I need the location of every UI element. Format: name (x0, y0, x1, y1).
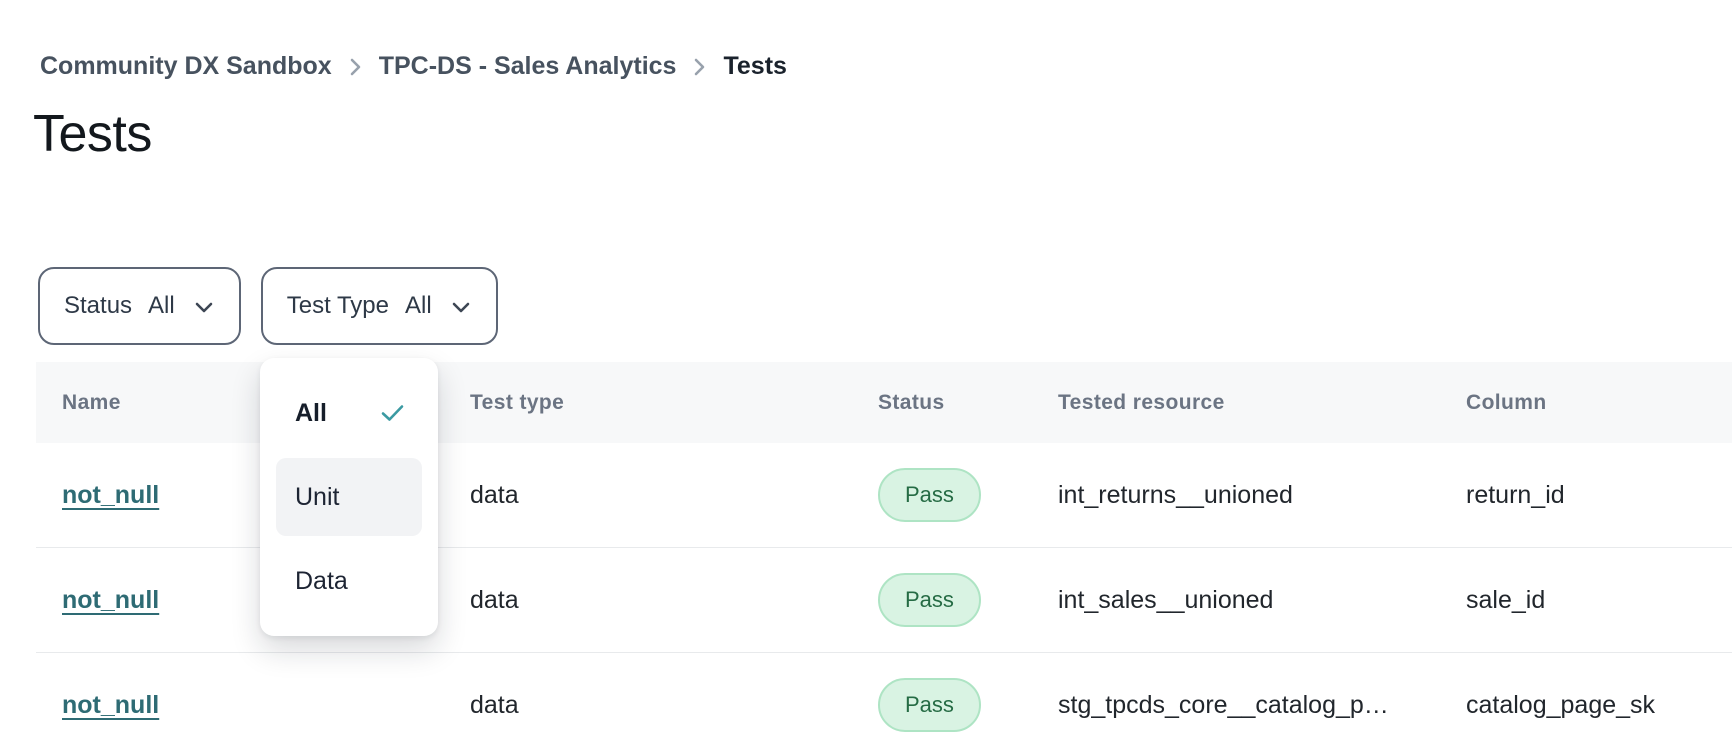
tested-resource-cell: stg_tpcds_core__catalog_p… (1032, 691, 1440, 720)
column-header-status: Status (852, 391, 1032, 415)
tests-page: Community DX Sandbox TPC-DS - Sales Anal… (0, 0, 1732, 756)
column-header-column: Column (1440, 391, 1732, 415)
test-type-dropdown-menu: All Unit Data (260, 358, 438, 636)
chevron-right-icon (349, 56, 362, 78)
test-type-cell: data (444, 481, 852, 510)
table-row: not_null data Pass stg_tpcds_core__catal… (36, 653, 1732, 756)
dropdown-option-data[interactable]: Data (276, 542, 422, 620)
column-header-tested-resource: Tested resource (1032, 391, 1440, 415)
status-filter-value: All (148, 292, 175, 320)
breadcrumb-item-package[interactable]: TPC-DS - Sales Analytics (379, 52, 677, 81)
dropdown-option-label: Data (295, 567, 348, 596)
status-badge: Pass (878, 468, 981, 522)
test-type-cell: data (444, 691, 852, 720)
column-cell: return_id (1440, 481, 1732, 510)
page-title: Tests (33, 104, 152, 164)
column-cell: catalog_page_sk (1440, 691, 1732, 720)
chevron-right-icon (693, 56, 706, 78)
dropdown-option-label: Unit (295, 483, 339, 512)
filter-bar: Status All Test Type All (38, 267, 498, 345)
tested-resource-cell: int_sales__unioned (1032, 586, 1440, 615)
status-badge: Pass (878, 678, 981, 732)
column-header-test-type: Test type (444, 391, 852, 415)
test-name-link[interactable]: not_null (62, 481, 159, 509)
tested-resource-cell: int_returns__unioned (1032, 481, 1440, 510)
dropdown-option-all[interactable]: All (276, 374, 422, 452)
test-type-cell: data (444, 586, 852, 615)
chevron-down-icon (450, 301, 472, 315)
column-cell: sale_id (1440, 586, 1732, 615)
dropdown-option-label: All (295, 399, 327, 428)
chevron-down-icon (193, 301, 215, 315)
test-name-link[interactable]: not_null (62, 691, 159, 719)
breadcrumb-item-current: Tests (723, 52, 786, 81)
status-filter-label: Status (64, 292, 132, 320)
dropdown-option-unit[interactable]: Unit (276, 458, 422, 536)
breadcrumb-item-project[interactable]: Community DX Sandbox (40, 52, 332, 81)
breadcrumb: Community DX Sandbox TPC-DS - Sales Anal… (40, 52, 787, 81)
status-badge: Pass (878, 573, 981, 627)
test-name-link[interactable]: not_null (62, 586, 159, 614)
status-filter-button[interactable]: Status All (38, 267, 241, 345)
test-type-filter-button[interactable]: Test Type All (261, 267, 498, 345)
test-type-filter-value: All (405, 292, 432, 320)
test-type-filter-label: Test Type (287, 292, 389, 320)
check-icon (380, 403, 406, 423)
